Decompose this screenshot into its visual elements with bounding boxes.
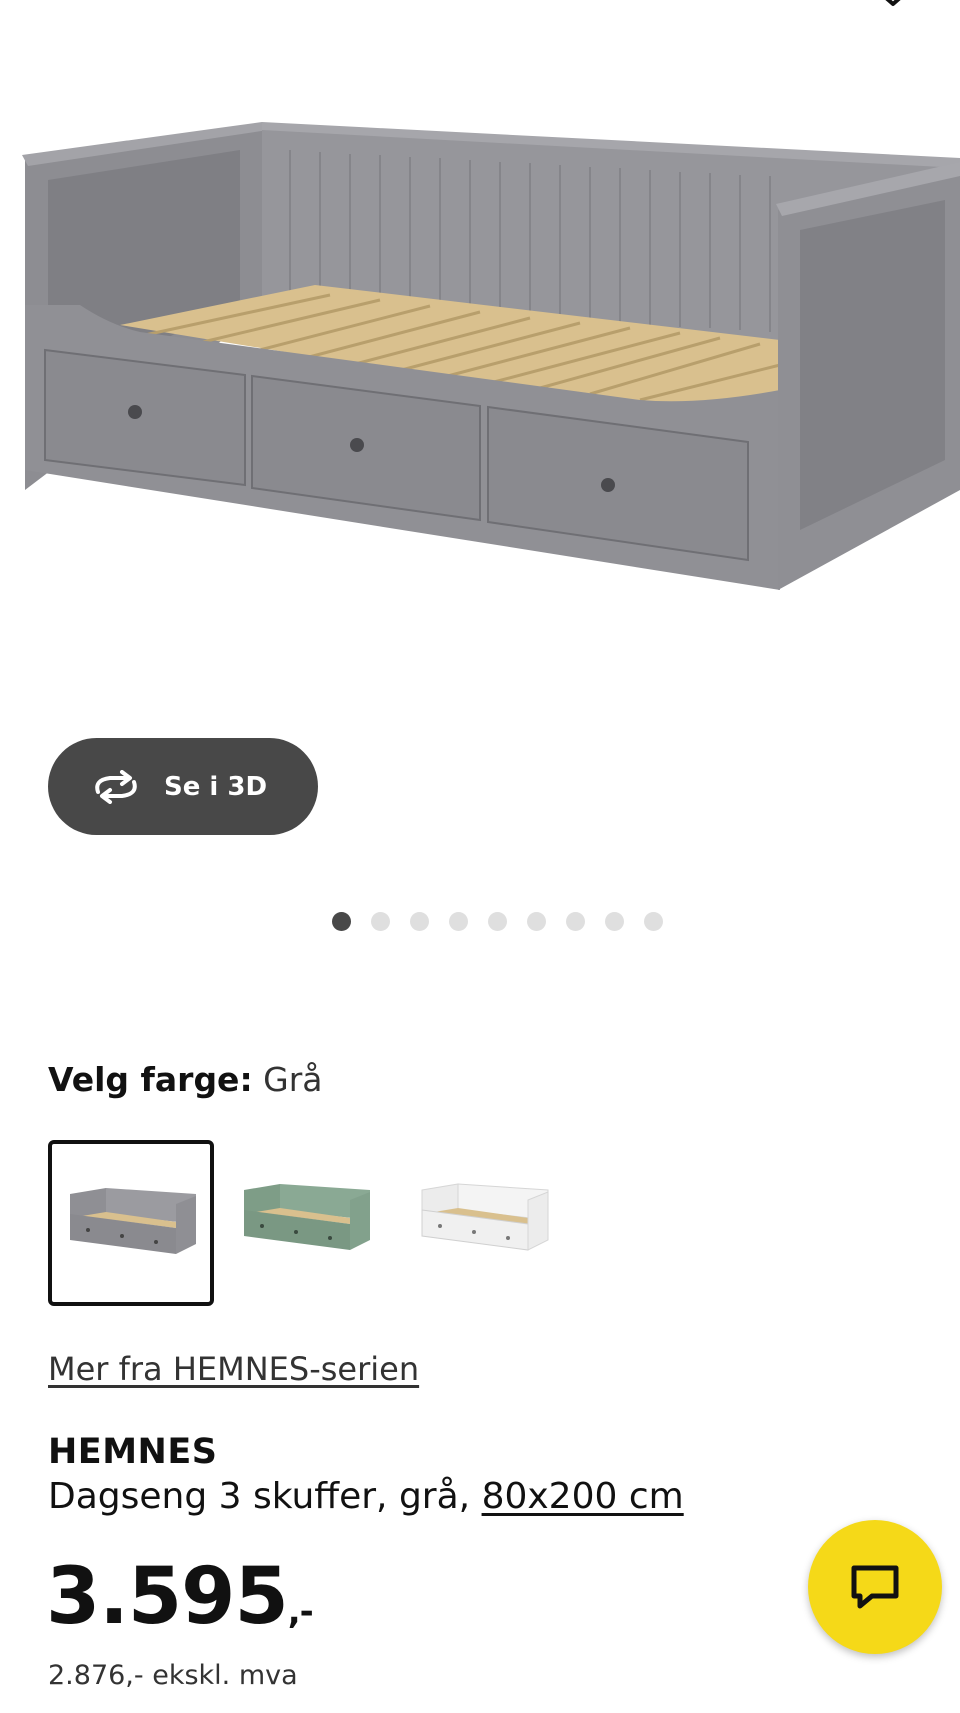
pagination-dot[interactable] xyxy=(488,912,507,931)
price-suffix: ,- xyxy=(287,1592,314,1632)
color-swatch-gray[interactable] xyxy=(48,1140,214,1306)
pagination-dot[interactable] xyxy=(371,912,390,931)
swatch-image-gray xyxy=(70,1188,196,1254)
series-link[interactable]: Mer fra HEMNES-serien xyxy=(48,1350,419,1388)
product-description-text: Dagseng 3 skuffer, grå, xyxy=(48,1476,471,1517)
rotate-3d-icon xyxy=(95,769,137,804)
product-image xyxy=(22,122,960,590)
swatch-image-green xyxy=(244,1184,370,1250)
pagination-dot[interactable] xyxy=(410,912,429,931)
gallery-pagination xyxy=(332,912,663,931)
see-in-3d-button[interactable]: Se i 3D xyxy=(48,738,318,835)
chat-button[interactable] xyxy=(808,1520,942,1654)
pagination-dot[interactable] xyxy=(449,912,468,931)
chat-icon xyxy=(851,1565,899,1609)
size-link[interactable]: 80x200 cm xyxy=(482,1476,684,1517)
pagination-dot[interactable] xyxy=(527,912,546,931)
color-label-title: Velg farge: xyxy=(48,1060,253,1099)
color-swatch-white[interactable] xyxy=(404,1140,570,1306)
pagination-dot[interactable] xyxy=(566,912,585,931)
pagination-dot[interactable] xyxy=(605,912,624,931)
swatch-image-white xyxy=(421,1183,549,1251)
pagination-dot[interactable] xyxy=(644,912,663,931)
product-price: 3.595,- xyxy=(46,1558,314,1636)
color-swatch-green[interactable] xyxy=(226,1140,392,1306)
heart-icon[interactable] xyxy=(873,0,913,12)
pagination-dot[interactable] xyxy=(332,912,351,931)
selected-color-value: Grå xyxy=(263,1060,323,1099)
price-excl-vat: 2.876,- ekskl. mva xyxy=(48,1660,298,1691)
product-description: Dagseng 3 skuffer, grå, 80x200 cm xyxy=(48,1476,684,1517)
product-name: HEMNES xyxy=(48,1432,218,1472)
see-in-3d-label: Se i 3D xyxy=(164,771,268,802)
color-picker-label: Velg farge: Grå xyxy=(48,1060,323,1099)
price-amount: 3.595 xyxy=(46,1552,289,1642)
